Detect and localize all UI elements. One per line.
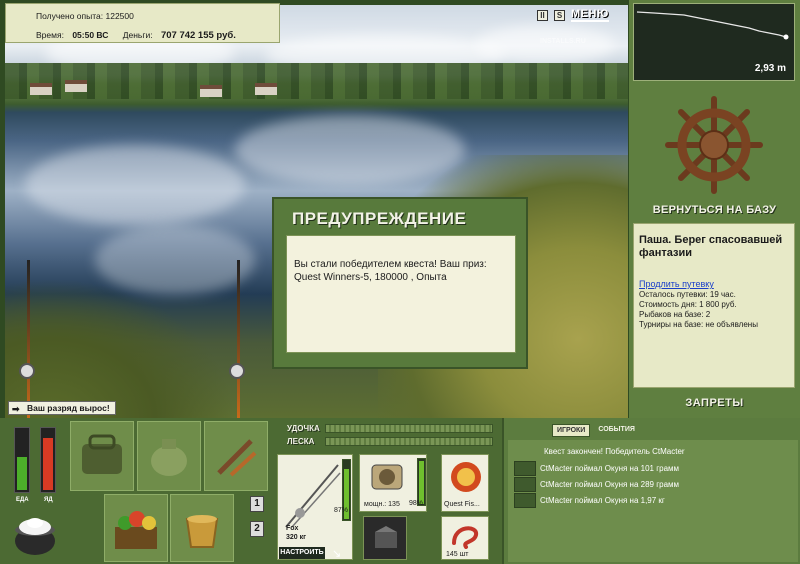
float-position-icon: [783, 34, 789, 40]
reel-right-icon: [229, 363, 245, 379]
bag-icon: [82, 434, 122, 474]
box-icon: [375, 526, 397, 548]
food-meter: [14, 427, 30, 493]
dialog-message: Вы стали победителем квеста! Ваш приз: Q…: [286, 235, 516, 353]
fishing-rod-right[interactable]: [237, 260, 240, 418]
rod-durability-bar: [325, 424, 493, 433]
reel-percent: 98%: [409, 500, 424, 507]
extend-pass-link[interactable]: Продлить путевку: [639, 279, 789, 290]
fish-icon: [514, 493, 536, 508]
vegetable-basket-icon: [115, 511, 157, 549]
events-panel: ИГРОКИ СОБЫТИЯ Квест закончен! Победител…: [502, 418, 800, 564]
dialog-title: ПРЕДУПРЕЖДЕНИЕ: [292, 209, 467, 228]
money-label: Деньги:: [122, 30, 153, 40]
rod-name: Fox: [286, 525, 299, 532]
depth-value: 2,93 m: [754, 63, 786, 74]
reel-power: мощн.: 135: [364, 501, 400, 508]
inventory-basket-slot[interactable]: [104, 494, 168, 562]
event-message: CtMacter поймал Окуня на 101 грамм: [540, 464, 680, 473]
hook-card[interactable]: [363, 516, 407, 560]
cooking-pot-icon[interactable]: [10, 508, 60, 558]
bait-card[interactable]: Quest Fis...: [441, 454, 489, 512]
rod-percent: 87%: [334, 507, 349, 514]
food-label: ЕДА: [16, 497, 29, 503]
rod-icon: [285, 464, 341, 528]
tournaments-info: Турниры на базе: не объявлены: [639, 320, 758, 329]
bait-name: Quest Fis...: [444, 501, 480, 508]
player-info: Получено опыта: 122500 Время: 05:50 ВС Д…: [5, 3, 280, 43]
arrow-right-icon: ➡: [12, 404, 20, 414]
inventory-page-2[interactable]: 2: [250, 521, 264, 537]
day-cost: Стоимость дня: 1 800 руб.: [639, 300, 737, 309]
fish-icon: [514, 477, 536, 492]
rank-up-toast: ➡ Ваш разряд вырос!: [8, 401, 116, 415]
base-name: Паша. Берег спасовавшей фантазии: [639, 234, 783, 259]
quest-bait-icon: [451, 462, 481, 492]
toast-text: Ваш разряд вырос!: [27, 403, 110, 413]
expand-arrow-icon[interactable]: ↘: [332, 547, 341, 560]
setup-button[interactable]: НАСТРОИТЬ: [279, 547, 325, 559]
event-message: Квест закончен! Победитель CtMacter: [544, 447, 685, 456]
gear-panel: УДОЧКА ЛЕСКА 87% Fox 320 кг НАСТРОИТЬ ↘ …: [275, 420, 497, 564]
event-message: CtMacter поймал Окуня на 289 грамм: [540, 480, 680, 489]
reel-icon: [371, 464, 403, 490]
tab-events[interactable]: СОБЫТИЯ: [594, 424, 639, 437]
worm-card[interactable]: 145 шт: [441, 516, 489, 560]
reel-left-icon: [19, 363, 35, 379]
poison-label: ЯД: [44, 497, 53, 503]
inventory-bag-slot[interactable]: [70, 421, 134, 491]
events-log: Квест закончен! Победитель CtMacter CtMa…: [508, 440, 798, 562]
warning-dialog: ПРЕДУПРЕЖДЕНИЕ Вы стали победителем квес…: [272, 197, 528, 369]
ship-wheel-icon[interactable]: [664, 95, 764, 195]
exp-value: 122500: [105, 11, 134, 21]
depth-graph: 2,93 m: [633, 3, 795, 81]
watermark: INSTALLS.RU: [540, 38, 586, 45]
reel-level-meter: [417, 458, 426, 506]
time-label: Время:: [36, 30, 64, 40]
time-value: 05:50 ВС: [72, 30, 109, 40]
bait-count: 145 шт: [446, 551, 469, 558]
money-value: 707 742 155 руб.: [160, 30, 236, 41]
menu-button[interactable]: МЕНЮ: [571, 8, 609, 22]
tools-icon: [217, 439, 257, 477]
fishers-count: Рыбаков на базе: 2: [639, 310, 711, 319]
rod-card[interactable]: 87% Fox 320 кг: [277, 454, 353, 560]
inventory-tools-slot[interactable]: [204, 421, 268, 491]
bucket-icon: [185, 515, 219, 548]
rod-label: УДОЧКА: [287, 424, 320, 433]
bans-button[interactable]: ЗАПРЕТЫ: [629, 397, 800, 409]
pass-remaining: Осталось путевки: 19 час.: [639, 290, 736, 299]
fish-icon: [514, 461, 536, 476]
inventory-page-1[interactable]: 1: [250, 496, 264, 512]
event-message: CtMacter поймал Окуня на 1,97 кг: [540, 496, 665, 505]
tab-players[interactable]: ИГРОКИ: [552, 424, 591, 437]
return-to-base-button[interactable]: ВЕРНУТЬСЯ НА БАЗУ: [629, 204, 800, 216]
poison-meter: [40, 427, 56, 493]
rod-weight: 320 кг: [286, 534, 307, 541]
inventory-sack-slot[interactable]: [137, 421, 201, 491]
fishing-rod-left[interactable]: [27, 260, 30, 418]
line-label: ЛЕСКА: [287, 437, 315, 446]
inventory-bucket-slot[interactable]: [170, 494, 234, 562]
exp-label: Получено опыта:: [36, 11, 104, 21]
base-info-panel: Паша. Берег спасовавшей фантазии Продлит…: [633, 223, 795, 388]
line-durability-bar: [325, 437, 493, 446]
pause-icon[interactable]: II: [537, 9, 548, 21]
status-meters: ЕДА ЯД: [10, 427, 60, 503]
worm-icon: [452, 526, 478, 549]
settings-icon[interactable]: S: [554, 9, 565, 21]
sack-icon: [151, 439, 187, 476]
